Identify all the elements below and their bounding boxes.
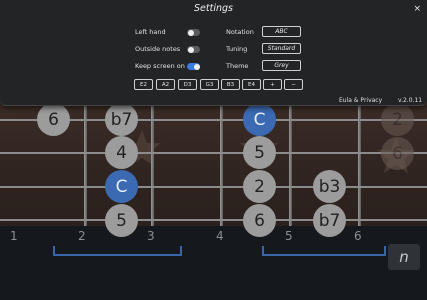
root-note-dot[interactable]: C [243, 103, 276, 136]
add-string-button[interactable]: + [263, 79, 282, 90]
left-hand-label: Left hand [135, 28, 166, 36]
fret-number: 5 [285, 229, 293, 243]
keep-screen-on-label: Keep screen on [135, 62, 185, 70]
fret-number: 4 [216, 229, 224, 243]
settings-panel: Settings × Left hand Outside notes Keep … [0, 0, 427, 106]
tuning-label: Tuning [226, 45, 248, 53]
note-dot[interactable]: 6 [37, 103, 70, 136]
tuning-string-button[interactable]: D3 [178, 79, 197, 90]
note-dot[interactable]: 2 [381, 103, 414, 136]
tuning-string-button[interactable]: G3 [200, 79, 219, 90]
root-note-dot[interactable]: C [105, 170, 138, 203]
notation-label: Notation [226, 28, 254, 36]
fret-number: 1 [10, 229, 18, 243]
note-dot[interactable]: 4 [105, 136, 138, 169]
note-dot[interactable]: 2 [243, 170, 276, 203]
outside-notes-label: Outside notes [135, 45, 181, 53]
theme-select[interactable]: Grey [262, 60, 301, 71]
theme-label: Theme [226, 62, 249, 70]
notation-select[interactable]: ABC [262, 26, 301, 37]
close-icon[interactable]: × [413, 4, 421, 14]
note-dot[interactable]: 5 [243, 136, 276, 169]
left-hand-toggle[interactable] [187, 29, 200, 36]
tuning-string-button[interactable]: E4 [242, 79, 261, 90]
string [0, 219, 427, 221]
string [0, 152, 427, 154]
note-dot[interactable]: b3 [313, 170, 346, 203]
fret-number: 2 [78, 229, 86, 243]
tuning-string-button[interactable]: E2 [134, 79, 153, 90]
keep-screen-on-toggle[interactable] [187, 63, 200, 70]
eula-privacy-link[interactable]: Eula & Privacy [339, 97, 382, 104]
position-bracket [53, 246, 182, 256]
version-label: v.2.0.11 [398, 97, 423, 104]
position-bracket [262, 246, 386, 256]
outside-notes-toggle[interactable] [187, 46, 200, 53]
tuning-string-button[interactable]: A2 [156, 79, 175, 90]
remove-string-button[interactable]: − [284, 79, 303, 90]
fret-number: 6 [354, 229, 362, 243]
fret-number: 3 [147, 229, 155, 243]
fret-numbers: 1 2 3 4 5 6 [0, 226, 427, 248]
tuning-string-button[interactable]: B3 [221, 79, 240, 90]
note-dot[interactable]: 6 [381, 137, 414, 170]
settings-title: Settings [194, 3, 233, 14]
tuning-select[interactable]: Standard [262, 43, 301, 54]
notation-button[interactable]: n [388, 244, 420, 270]
string [0, 186, 427, 188]
note-dot[interactable]: b7 [105, 103, 138, 136]
